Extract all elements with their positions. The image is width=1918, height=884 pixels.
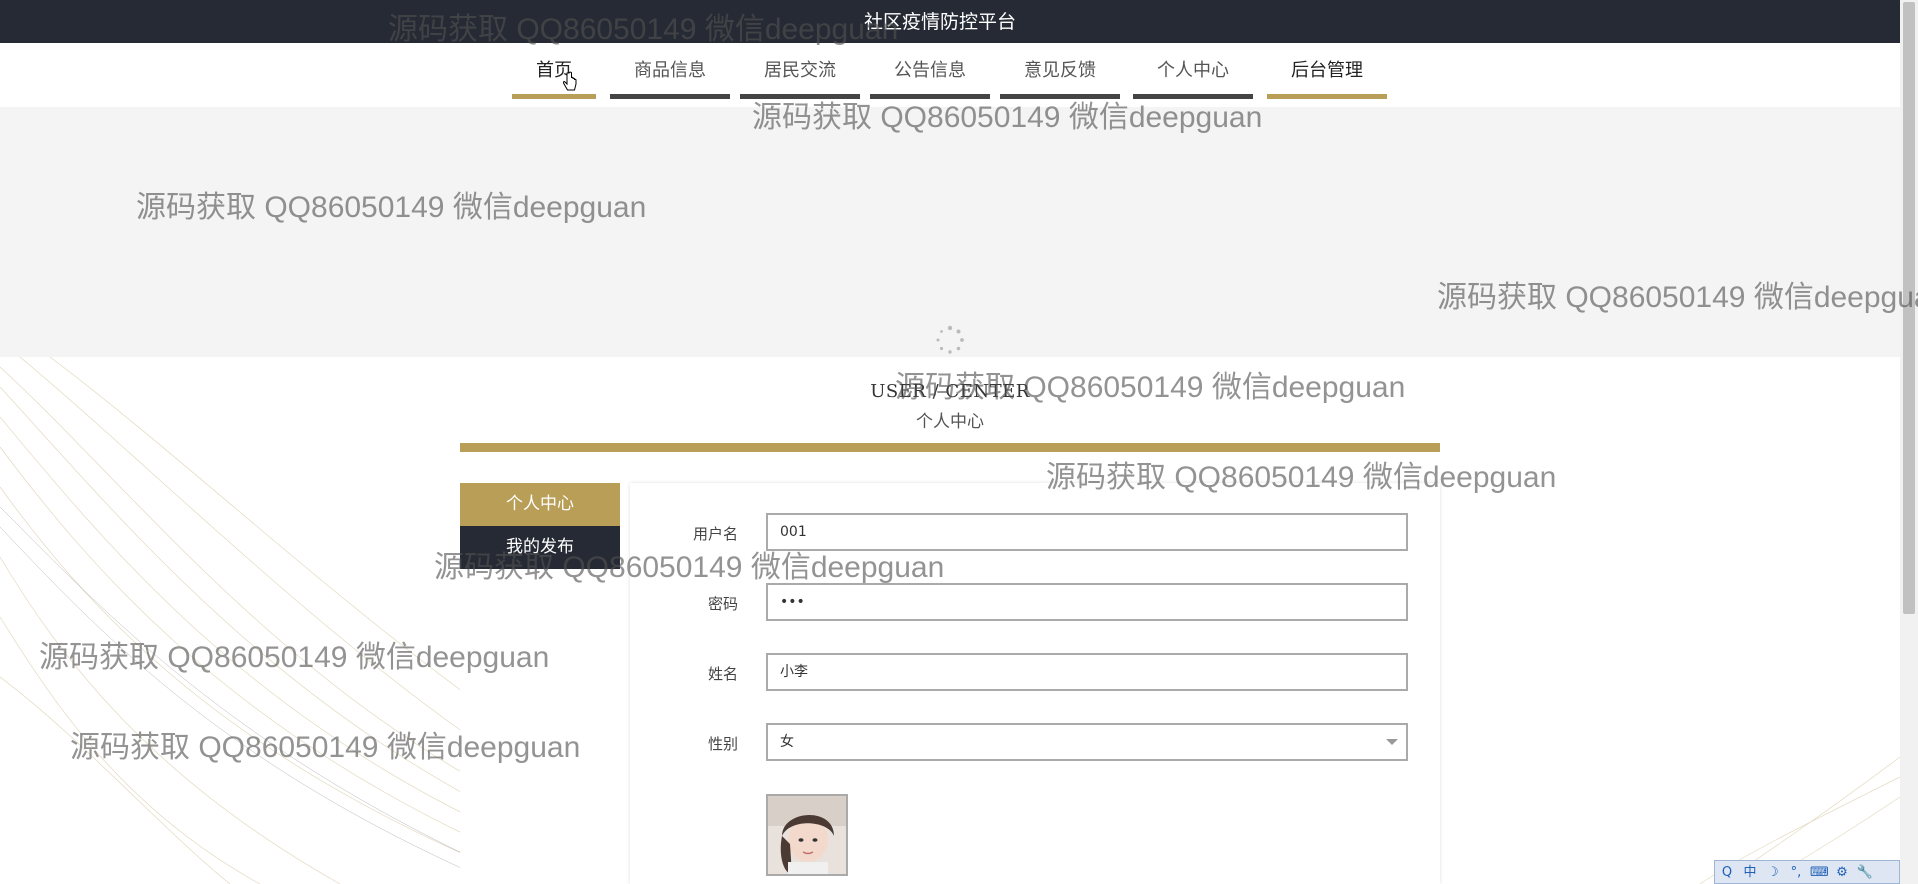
section-divider [460,443,1440,452]
settings-icon[interactable]: ⚙ [1833,864,1851,882]
hand-cursor-icon [563,71,577,91]
nav-admin-label: 后台管理 [1291,60,1363,81]
form-row-password: 密码 ••• [630,583,1440,623]
avatar-image [768,796,846,874]
avatar[interactable] [766,794,848,876]
nav-underline [1133,94,1253,99]
nav-notices[interactable]: 公告信息 [870,43,990,99]
scrollbar-thumb[interactable] [1903,2,1915,614]
qq-icon[interactable]: Q [1718,864,1736,882]
site-title: 社区疫情防控平台 [863,11,1016,33]
password-label: 密码 [707,595,738,613]
name-field[interactable]: 小李 [766,653,1408,691]
keyboard-icon[interactable]: ⌨ [1810,864,1829,882]
nav-community-label: 居民交流 [764,60,836,81]
username-label: 用户名 [692,525,738,543]
nav-underline [1267,94,1387,99]
banner-area [0,107,1900,357]
loading-spinner-icon [936,325,964,354]
form-row-name: 姓名 小李 [630,653,1440,693]
user-sidebar: 个人中心 我的发布 [460,483,620,884]
nav-underline [1000,94,1120,99]
name-label: 姓名 [707,665,738,683]
nav-underline [512,94,596,99]
sidebar-item-my-posts[interactable]: 我的发布 [460,526,620,569]
nav-admin[interactable]: 后台管理 [1267,43,1387,99]
username-field[interactable]: 001 [766,513,1408,551]
nav-underline [610,94,730,99]
profile-form: 用户名 001 密码 ••• 姓名 小李 性别 女 [630,483,1440,884]
form-row-username: 用户名 001 [630,513,1440,553]
nav-home[interactable]: 首页 [512,43,596,99]
nav-user-center[interactable]: 个人中心 [1133,43,1253,99]
nav-user-center-label: 个人中心 [1157,60,1229,81]
form-row-gender: 性别 女 [630,723,1440,763]
nav-feedback[interactable]: 意见反馈 [1000,43,1120,99]
top-bar: 社区疫情防控平台 [0,0,1900,43]
gender-select[interactable]: 女 [766,723,1408,761]
moon-icon[interactable]: ☽ [1764,864,1782,882]
nav-products-label: 商品信息 [634,60,706,81]
sidebar-item-user-center[interactable]: 个人中心 [460,483,620,526]
gender-value: 女 [780,734,794,750]
chinese-input-icon[interactable]: 中 [1741,864,1759,882]
nav-feedback-label: 意见反馈 [1024,60,1096,81]
nav-notices-label: 公告信息 [894,60,966,81]
nav-underline [740,94,860,99]
main-nav: 首页 商品信息 居民交流 公告信息 意见反馈 个人中心 后台管理 [0,43,1900,107]
wrench-icon[interactable]: 🔧 [1856,864,1874,882]
nav-products[interactable]: 商品信息 [610,43,730,99]
punctuation-icon[interactable]: °, [1787,864,1805,882]
ime-toolbar: Q 中 ☽ °, ⌨ ⚙ 🔧 [1714,860,1900,884]
chevron-down-icon [1386,739,1398,745]
nav-community[interactable]: 居民交流 [740,43,860,99]
password-field[interactable]: ••• [766,583,1408,621]
nav-underline [870,94,990,99]
gender-label: 性别 [707,735,738,753]
page-scrollbar[interactable] [1900,0,1918,884]
section-title-cn: 个人中心 [916,412,984,432]
section-title-en: USER / CENTER [870,381,1030,402]
